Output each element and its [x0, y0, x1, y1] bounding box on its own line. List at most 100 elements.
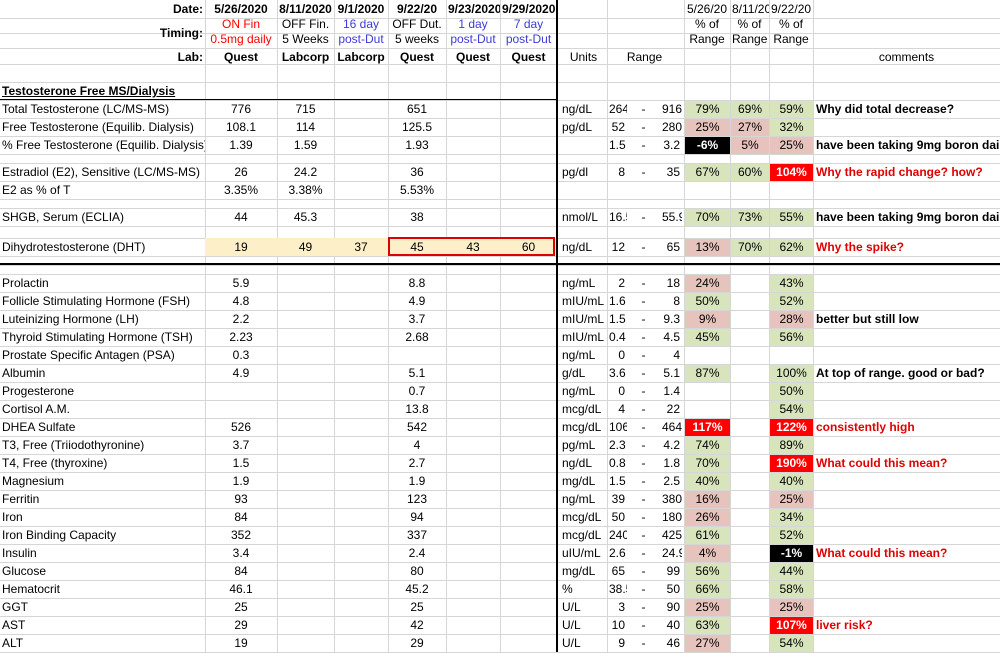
lab-value[interactable]: 125.5	[388, 118, 446, 136]
comment[interactable]	[813, 346, 1000, 364]
lab-test-name[interactable]: GGT	[0, 598, 205, 616]
lab-test-name[interactable]: AST	[0, 616, 205, 634]
lab-value[interactable]	[334, 118, 388, 136]
pct-header-line1[interactable]: % of	[684, 16, 730, 32]
percent-of-range[interactable]: 70%	[731, 239, 769, 256]
unit[interactable]: mIU/mL	[560, 292, 607, 310]
range-high[interactable]: 2.5	[660, 472, 682, 490]
pct-header-line2[interactable]: Range	[769, 31, 813, 47]
lab-value[interactable]	[500, 472, 557, 490]
percent-of-range[interactable]	[731, 365, 769, 382]
lab-value[interactable]	[277, 580, 334, 598]
range-dash[interactable]: -	[627, 616, 660, 634]
range-dash[interactable]: -	[627, 292, 660, 310]
range-high[interactable]: 425	[660, 526, 682, 544]
lab-value[interactable]	[500, 544, 557, 562]
comment[interactable]	[813, 274, 1000, 292]
range-dash[interactable]: -	[627, 328, 660, 346]
lab-header[interactable]: Quest	[500, 48, 557, 66]
comment[interactable]: consistently high	[813, 418, 1000, 436]
lab-value[interactable]	[277, 454, 334, 472]
timing-line1[interactable]: 1 day	[446, 16, 500, 32]
lab-value[interactable]	[500, 274, 557, 292]
lab-value[interactable]	[277, 364, 334, 382]
lab-value[interactable]: 2.4	[388, 544, 446, 562]
range-dash[interactable]: -	[627, 436, 660, 454]
range-high[interactable]	[660, 181, 682, 199]
lab-value[interactable]	[500, 598, 557, 616]
lab-value[interactable]	[277, 346, 334, 364]
percent-of-range[interactable]: 67%	[685, 164, 730, 181]
unit[interactable]: U/L	[560, 598, 607, 616]
lab-value[interactable]	[500, 454, 557, 472]
range-high[interactable]: 24.9	[660, 544, 682, 562]
lab-value[interactable]: 8.8	[388, 274, 446, 292]
lab-value[interactable]	[277, 292, 334, 310]
range-dash[interactable]: -	[627, 562, 660, 580]
lab-value[interactable]	[277, 400, 334, 418]
comment[interactable]: Why the rapid change? how?	[813, 163, 1000, 181]
range-dash[interactable]: -	[627, 382, 660, 400]
lab-test-name[interactable]: Prolactin	[0, 274, 205, 292]
unit[interactable]	[560, 181, 607, 199]
lab-value[interactable]: 80	[388, 562, 446, 580]
percent-of-range[interactable]	[731, 617, 769, 634]
lab-header[interactable]: Quest	[446, 48, 500, 66]
pct-header-line1[interactable]: % of	[730, 16, 769, 32]
lab-value[interactable]	[277, 418, 334, 436]
pct-header-line1[interactable]: % of	[769, 16, 813, 32]
lab-value[interactable]	[446, 472, 500, 490]
lab-test-name[interactable]: Iron Binding Capacity	[0, 526, 205, 544]
lab-test-name[interactable]: Albumin	[0, 364, 205, 382]
lab-value[interactable]	[334, 310, 388, 328]
unit[interactable]: ng/mL	[560, 490, 607, 508]
lab-value[interactable]	[500, 118, 557, 136]
range-low[interactable]: 39	[607, 490, 627, 508]
percent-of-range[interactable]: 4%	[685, 545, 730, 562]
lab-value[interactable]	[446, 526, 500, 544]
lab-value[interactable]	[334, 580, 388, 598]
range-dash[interactable]: -	[627, 526, 660, 544]
lab-value[interactable]	[446, 508, 500, 526]
percent-of-range[interactable]: 73%	[731, 209, 769, 226]
lab-test-name[interactable]: SHGB, Serum (ECLIA)	[0, 208, 205, 226]
lab-value[interactable]: 1.93	[388, 136, 446, 154]
section-title[interactable]: Testosterone Free MS/Dialysis	[0, 82, 205, 100]
range-dash[interactable]: -	[627, 490, 660, 508]
percent-of-range[interactable]: 100%	[770, 365, 813, 382]
comment[interactable]	[813, 508, 1000, 526]
percent-of-range[interactable]: 28%	[770, 311, 813, 328]
lab-value[interactable]	[334, 598, 388, 616]
lab-value[interactable]	[446, 100, 500, 118]
lab-test-name[interactable]: Glucose	[0, 562, 205, 580]
lab-value[interactable]	[334, 364, 388, 382]
percent-of-range[interactable]: 5%	[731, 137, 769, 154]
range-dash[interactable]: -	[627, 238, 660, 256]
lab-value[interactable]	[334, 616, 388, 634]
range-dash[interactable]: -	[627, 274, 660, 292]
percent-of-range[interactable]: 40%	[770, 473, 813, 490]
range-high[interactable]: 22	[660, 400, 682, 418]
lab-value[interactable]: 42	[388, 616, 446, 634]
lab-value[interactable]	[500, 436, 557, 454]
lab-value[interactable]: 542	[388, 418, 446, 436]
lab-value[interactable]	[334, 136, 388, 154]
unit[interactable]: mcg/dL	[560, 418, 607, 436]
unit[interactable]: g/dL	[560, 364, 607, 382]
comment[interactable]	[813, 490, 1000, 508]
percent-of-range[interactable]: 27%	[685, 635, 730, 652]
lab-value[interactable]: 1.9	[205, 472, 277, 490]
lab-value[interactable]	[277, 526, 334, 544]
lab-value[interactable]	[334, 100, 388, 118]
timing-line1[interactable]: ON Fin	[205, 16, 277, 32]
lab-test-name[interactable]: Hematocrit	[0, 580, 205, 598]
range-high[interactable]: 916	[660, 100, 682, 118]
unit[interactable]: pg/dl	[560, 163, 607, 181]
units-header[interactable]: Units	[560, 48, 607, 66]
lab-value[interactable]	[277, 328, 334, 346]
lab-test-name[interactable]: Thyroid Stimulating Hormone (TSH)	[0, 328, 205, 346]
lab-value[interactable]: 84	[205, 508, 277, 526]
unit[interactable]: mg/dL	[560, 472, 607, 490]
percent-of-range[interactable]	[731, 581, 769, 598]
lab-value[interactable]	[205, 400, 277, 418]
